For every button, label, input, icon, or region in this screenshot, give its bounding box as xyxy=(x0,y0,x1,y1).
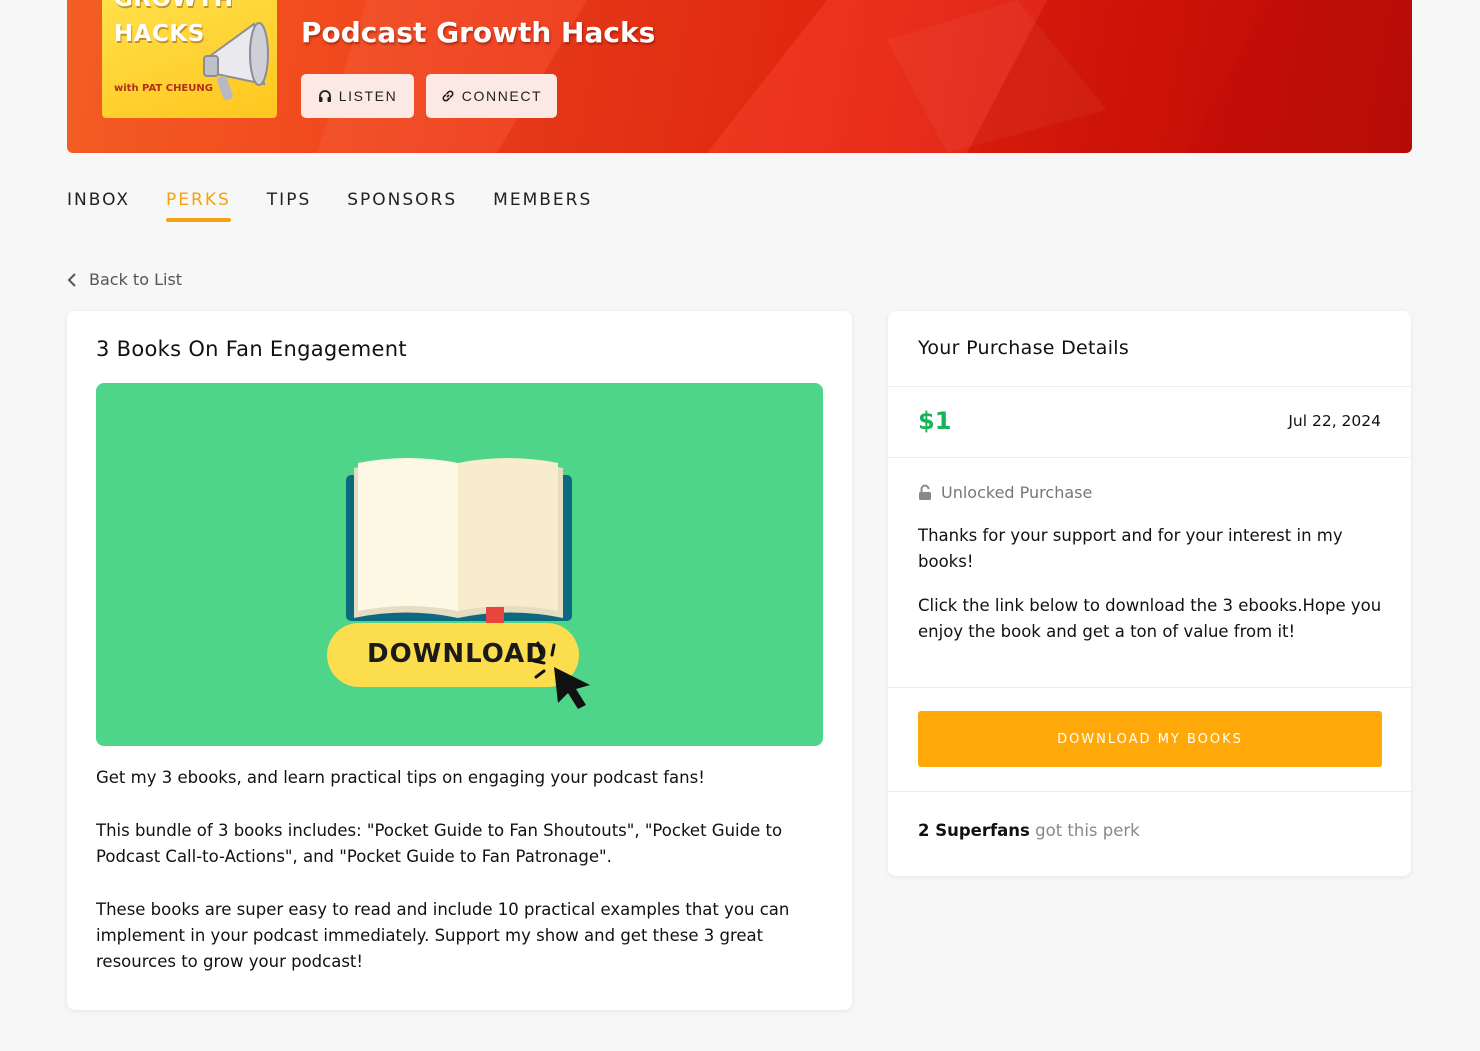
link-icon xyxy=(442,90,454,102)
description-paragraph: Get my 3 ebooks, and learn practical tip… xyxy=(96,768,705,787)
description-paragraph: This bundle of 3 books includes: "Pocket… xyxy=(96,821,783,866)
purchase-price: $1 xyxy=(918,407,952,435)
purchase-details-title: Your Purchase Details xyxy=(918,337,1130,359)
cover-byline: with PAT CHEUNG xyxy=(114,83,213,94)
unlock-status: Unlocked Purchase xyxy=(918,483,1092,502)
tab-members[interactable]: MEMBERS xyxy=(493,190,592,222)
tab-inbox[interactable]: INBOX xyxy=(67,190,130,222)
open-book-icon xyxy=(327,458,579,687)
perk-description: Get my 3 ebooks, and learn practical tip… xyxy=(96,765,826,1002)
headphones-icon xyxy=(318,90,331,102)
listen-label: LISTEN xyxy=(338,88,398,104)
download-image-text: DOWNLOAD xyxy=(367,639,548,669)
cursor-icon xyxy=(532,641,590,709)
divider xyxy=(888,791,1411,792)
superfans-suffix: got this perk xyxy=(1029,821,1140,840)
unlock-label: Unlocked Purchase xyxy=(941,483,1093,502)
purchase-details-card: Your Purchase Details $1 Jul 22, 2024 Un… xyxy=(888,311,1411,876)
podcast-cover[interactable]: GROWTH HACKS with PAT CHEUNG xyxy=(102,0,277,118)
perk-image: DOWNLOAD xyxy=(96,383,823,746)
divider xyxy=(888,687,1411,688)
purchase-date: Jul 22, 2024 xyxy=(1288,412,1381,430)
message-paragraph: Click the link below to download the 3 e… xyxy=(918,596,1382,641)
connect-label: CONNECT xyxy=(461,88,543,104)
download-books-button[interactable]: DOWNLOAD MY BOOKS xyxy=(918,711,1382,767)
superfans-number: 2 Superfans xyxy=(918,821,1030,840)
unlock-icon xyxy=(919,484,931,500)
divider xyxy=(888,457,1411,458)
chevron-left-icon xyxy=(67,272,76,287)
message-paragraph: Thanks for your support and for your int… xyxy=(918,526,1343,571)
tab-sponsors[interactable]: SPONSORS xyxy=(347,190,457,222)
back-to-list-link[interactable]: Back to List xyxy=(67,270,182,289)
superfans-count: 2 Superfans got this perk xyxy=(918,821,1140,840)
back-label: Back to List xyxy=(89,270,183,289)
megaphone-icon xyxy=(203,22,269,101)
cover-title-line1: GROWTH xyxy=(114,0,233,12)
divider xyxy=(888,386,1411,387)
creator-message: Thanks for your support and for your int… xyxy=(918,523,1383,663)
perk-card: 3 Books On Fan Engagement DOWNLOAD Get m… xyxy=(67,311,852,1010)
tab-perks[interactable]: PERKS xyxy=(166,190,231,222)
header-banner: GROWTH HACKS with PAT CHEUNG Podcast Gro… xyxy=(67,0,1412,153)
perk-tabs: INBOX PERKS TIPS SPONSORS MEMBERS xyxy=(67,190,592,222)
connect-button[interactable]: CONNECT xyxy=(426,74,557,118)
listen-button[interactable]: LISTEN xyxy=(301,74,414,118)
perk-title: 3 Books On Fan Engagement xyxy=(96,337,407,361)
description-paragraph: These books are super easy to read and i… xyxy=(96,900,790,971)
show-title: Podcast Growth Hacks xyxy=(301,16,656,49)
tab-tips[interactable]: TIPS xyxy=(267,190,311,222)
cover-title-line2: HACKS xyxy=(114,21,205,47)
